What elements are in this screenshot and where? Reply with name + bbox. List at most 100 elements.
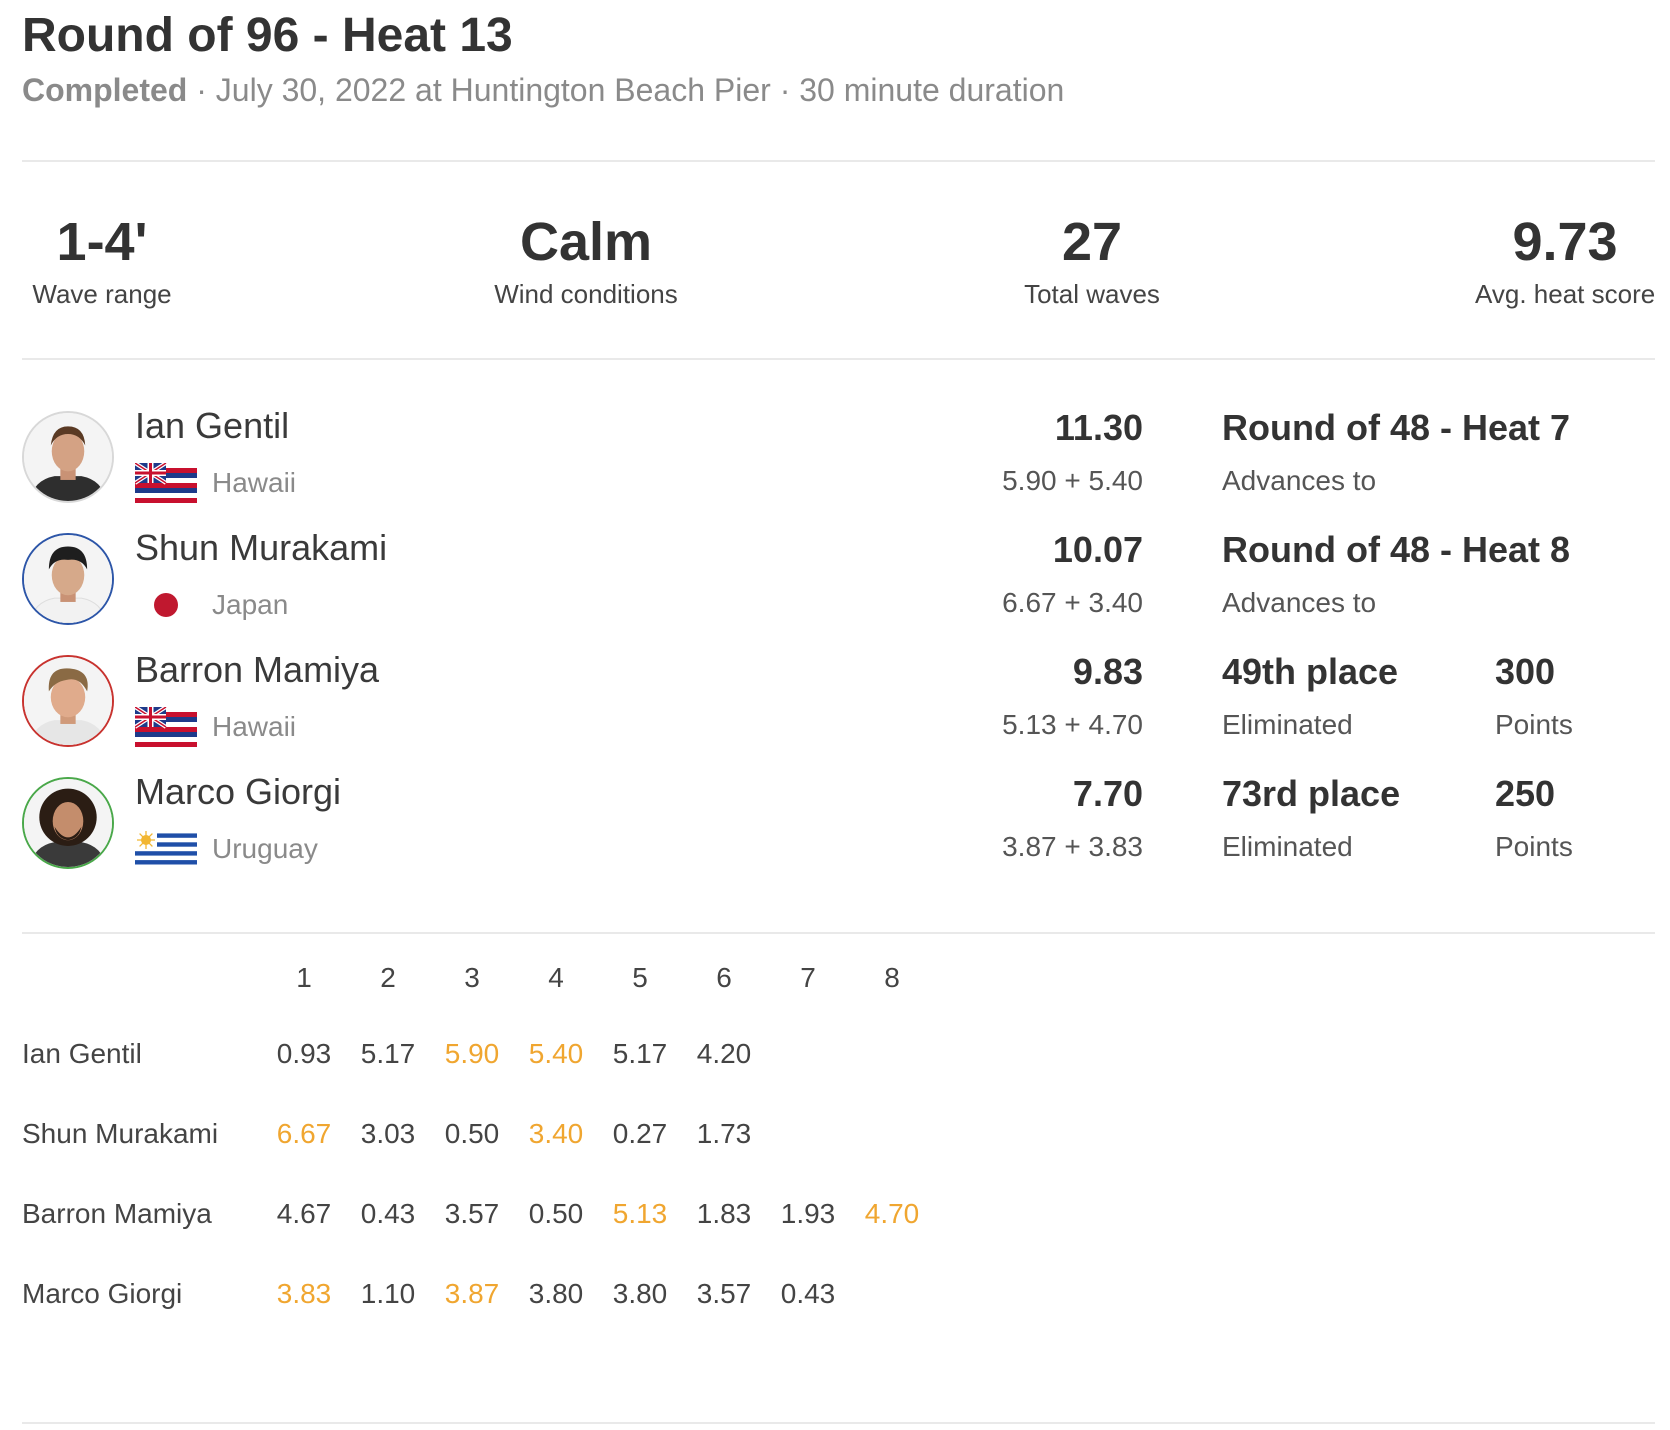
divider (22, 358, 1655, 360)
result-next-heat-link[interactable]: Round of 48 - Heat 8 (1222, 529, 1570, 571)
wave-row-surfer-name: Barron Mamiya (22, 1198, 212, 1229)
avatar (22, 655, 114, 747)
uruguay-flag-icon (135, 829, 197, 869)
surfer-country: Hawaii (212, 467, 297, 498)
result-status: Advances to (1222, 465, 1377, 496)
wave-score: 3.87 (444, 1278, 500, 1309)
wave-score: 3.83 (276, 1278, 332, 1309)
heat-total-score: 7.70 (1072, 773, 1143, 814)
wave-score: 5.40 (528, 1038, 584, 1069)
heat-total-score: 10.07 (1052, 529, 1143, 570)
stat-label: Wind conditions (494, 279, 678, 309)
heat-status: Completed (22, 72, 188, 108)
wave-row-surfer-name: Marco Giorgi (22, 1278, 183, 1309)
surfer-name: Ian Gentil (135, 405, 290, 446)
divider (22, 932, 1655, 934)
stat-label: Wave range (32, 279, 172, 309)
wave-score: 3.40 (528, 1118, 584, 1149)
wave-score: 0.27 (612, 1118, 668, 1149)
result-status: Advances to (1222, 587, 1377, 618)
wave-score: 0.50 (528, 1198, 584, 1229)
wave-number-header: 1 (296, 962, 312, 993)
wave-row-surfer-name: Shun Murakami (22, 1118, 219, 1149)
japan-flag-icon (154, 593, 178, 617)
wave-score: 0.43 (360, 1198, 416, 1229)
stat-label: Total waves (1024, 279, 1160, 309)
wave-score: 3.57 (444, 1198, 500, 1229)
wave-score: 6.67 (276, 1118, 332, 1149)
wave-number-header: 5 (632, 962, 648, 993)
points-value: 250 (1495, 773, 1556, 814)
result-next-heat-link[interactable]: Round of 48 - Heat 7 (1222, 407, 1570, 449)
wave-score: 5.90 (444, 1038, 500, 1069)
points-value: 300 (1495, 651, 1556, 692)
heat-page: Round of 96 - Heat 13 Completed · July 3… (22, 0, 1655, 1430)
stat-wind-conditions: Calm Wind conditions (486, 212, 686, 310)
wave-score: 1.10 (360, 1278, 416, 1309)
wave-score: 4.67 (276, 1198, 332, 1229)
surfer-row-barron-mamiya[interactable]: Barron Mamiya Hawaii 9.83 5.13 + 4.70 49… (22, 639, 1655, 761)
divider (22, 1422, 1655, 1424)
wave-score: 4.70 (864, 1198, 920, 1229)
stat-value: 27 (1061, 212, 1123, 272)
final-placement: 73rd place (1222, 773, 1401, 814)
heat-total-score: 11.30 (1054, 407, 1143, 448)
stat-value: 9.73 (1512, 212, 1618, 272)
wave-score: 4.20 (696, 1038, 752, 1069)
wave-number-header: 3 (464, 962, 480, 993)
wave-score: 5.17 (612, 1038, 668, 1069)
points-label: Points (1495, 709, 1573, 740)
counting-waves: 5.13 + 4.70 (1002, 709, 1143, 740)
wave-score: 0.93 (276, 1038, 332, 1069)
wave-number-header: 2 (380, 962, 396, 993)
wave-score: 3.03 (360, 1118, 416, 1149)
heat-title: Round of 96 - Heat 13 (22, 9, 513, 62)
counting-waves: 5.90 + 5.40 (1002, 465, 1143, 496)
surfer-row-ian-gentil[interactable]: Ian Gentil Hawaii 11.30 5.90 + 5.40 Roun… (22, 395, 1655, 517)
stat-avg-heat-score: 9.73 Avg. heat score (1475, 212, 1655, 310)
avatar (22, 777, 114, 869)
stat-wave-range: 1-4' Wave range (22, 212, 182, 310)
wave-score: 1.83 (696, 1198, 752, 1229)
final-placement: 49th place (1222, 651, 1399, 692)
points-label: Points (1495, 831, 1573, 862)
surfer-country: Japan (212, 589, 289, 620)
wave-score: 0.50 (444, 1118, 500, 1149)
heat-details: · July 30, 2022 at Huntington Beach Pier… (187, 72, 1065, 108)
surfer-row-shun-murakami[interactable]: Shun Murakami Japan 10.07 6.67 + 3.40 Ro… (22, 517, 1655, 639)
hawaii-flag-icon (135, 463, 197, 503)
stat-value: Calm (519, 212, 653, 272)
counting-waves: 6.67 + 3.40 (1002, 587, 1143, 618)
surfer-country: Uruguay (212, 833, 318, 864)
counting-waves: 3.87 + 3.83 (1002, 831, 1143, 862)
wave-number-header: 8 (884, 962, 900, 993)
result-status: Eliminated (1222, 709, 1353, 740)
stat-value: 1-4' (56, 212, 148, 272)
surfer-country: Hawaii (212, 711, 297, 742)
wave-score: 3.57 (696, 1278, 752, 1309)
wave-score: 5.13 (612, 1198, 668, 1229)
wave-number-header: 6 (716, 962, 732, 993)
wave-number-header: 7 (800, 962, 816, 993)
wave-score: 0.43 (780, 1278, 836, 1309)
stat-label: Avg. heat score (1475, 279, 1656, 309)
hawaii-flag-icon (135, 707, 197, 747)
wave-score: 5.17 (360, 1038, 416, 1069)
wave-row-surfer-name: Ian Gentil (22, 1038, 142, 1069)
result-status: Eliminated (1222, 831, 1353, 862)
stat-total-waves: 27 Total waves (1012, 212, 1172, 310)
heat-total-score: 9.83 (1072, 651, 1143, 692)
wave-number-header: 4 (548, 962, 564, 993)
wave-score: 3.80 (612, 1278, 668, 1309)
surfer-name: Barron Mamiya (135, 649, 380, 690)
avatar (22, 411, 114, 503)
surfer-name: Marco Giorgi (135, 771, 342, 812)
wave-score: 3.80 (528, 1278, 584, 1309)
heat-subtitle: Completed · July 30, 2022 at Huntington … (22, 72, 1064, 109)
divider (22, 160, 1655, 162)
avatar (22, 533, 114, 625)
surfer-name: Shun Murakami (135, 527, 388, 568)
surfer-row-marco-giorgi[interactable]: Marco Giorgi Uruguay 7.70 3.87 + 3.83 73… (22, 761, 1655, 883)
wave-score: 1.93 (780, 1198, 836, 1229)
wave-score: 1.73 (696, 1118, 752, 1149)
